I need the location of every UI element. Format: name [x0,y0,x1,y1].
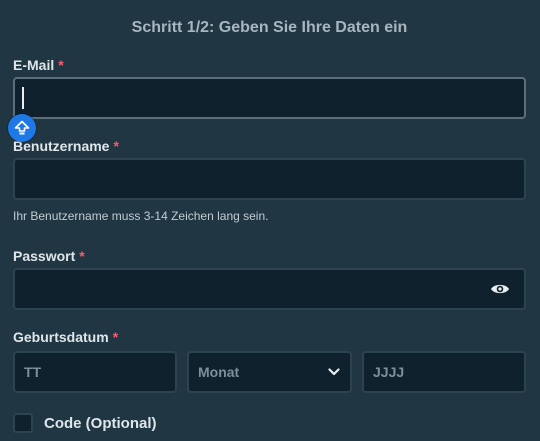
text-caret [22,87,24,109]
email-field[interactable] [13,77,526,119]
month-select[interactable]: Monat [187,351,352,393]
code-label: Code (Optional) [44,414,157,432]
required-mark: * [112,329,119,345]
username-label: Benutzername * [13,137,526,155]
chevron-down-icon [328,368,340,376]
required-mark: * [79,248,85,264]
password-label-text: Passwort [13,248,76,264]
username-field[interactable] [13,158,526,200]
password-input[interactable] [15,270,524,308]
code-option[interactable]: Code (Optional) [13,413,526,433]
password-field[interactable] [13,268,526,310]
day-input[interactable]: TT [13,351,177,393]
email-label-text: E-Mail [13,57,55,73]
shift-arrow-glyph [14,120,30,135]
email-input[interactable] [15,79,524,117]
required-mark: * [58,57,64,73]
birthdate-row: TT Monat JJJJ [13,351,526,393]
username-hint: Ihr Benutzername muss 3-14 Zeichen lang … [13,209,269,223]
year-placeholder: JJJJ [373,364,405,380]
required-mark: * [113,138,119,154]
email-label: E-Mail * [13,56,526,74]
eye-icon[interactable] [490,281,510,297]
day-placeholder: TT [24,364,42,380]
shift-arrow-icon [8,114,36,142]
month-placeholder: Monat [198,364,240,380]
code-checkbox[interactable] [13,413,33,433]
password-label: Passwort * [13,247,526,265]
registration-form: Schritt 1/2: Geben Sie Ihre Daten ein E-… [0,0,540,441]
page-title: Schritt 1/2: Geben Sie Ihre Daten ein [131,19,408,36]
birthdate-label: Geburtsdatum * [13,328,526,346]
birthdate-label-text: Geburtsdatum [13,329,109,345]
username-input[interactable] [15,160,524,198]
year-input[interactable]: JJJJ [362,351,526,393]
